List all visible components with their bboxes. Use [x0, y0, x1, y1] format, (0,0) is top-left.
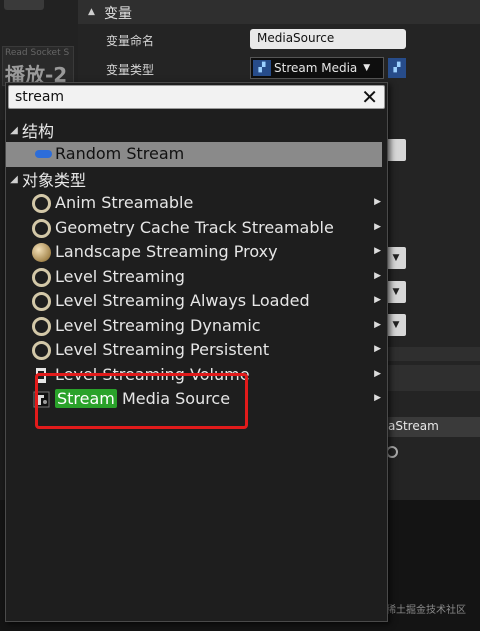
item-label: Random Stream	[55, 144, 185, 163]
search-input[interactable]	[9, 86, 349, 108]
chevron-down-icon: ▼	[363, 63, 371, 73]
list-item[interactable]: Geometry Cache Track Streamable ▶	[6, 216, 387, 241]
category-label: 对象类型	[22, 171, 87, 190]
volume-icon	[32, 366, 51, 385]
class-ring-icon	[32, 267, 51, 287]
item-label: Level Streaming Dynamic	[55, 315, 261, 335]
item-label: Landscape Streaming Proxy	[55, 242, 278, 261]
variable-name-input[interactable]: MediaSource	[250, 29, 406, 49]
submenu-arrow-icon[interactable]: ▶	[374, 246, 381, 256]
dropdown-stub[interactable]: ▼	[386, 247, 406, 269]
container-type-icon[interactable]: ▞	[388, 58, 406, 78]
submenu-arrow-icon[interactable]: ▶	[374, 320, 381, 330]
section-title: 变量	[104, 6, 132, 22]
node-thumbnail: Read Socket S 播放-2	[2, 46, 74, 87]
search-box[interactable]: ✕	[8, 85, 385, 109]
item-label: Stream Media Source	[55, 389, 230, 408]
variable-type-dropdown[interactable]: ▞ Stream Media ▼	[250, 57, 384, 79]
node-thumbnail-caption: Read Socket S	[5, 48, 70, 58]
submenu-arrow-icon[interactable]: ▶	[374, 271, 381, 281]
list-item[interactable]: Anim Streamable ▶	[6, 191, 387, 216]
media-type-icon: ▞	[253, 60, 271, 76]
section-band	[386, 365, 480, 391]
graph-field-stub	[4, 0, 44, 10]
watermark: @稀土掘金技术社区	[376, 605, 466, 616]
list-item-random-stream[interactable]: Random Stream	[6, 142, 382, 167]
class-ring-icon	[32, 292, 51, 311]
item-label: Geometry Cache Track Streamable	[55, 217, 334, 237]
type-picker-popup: ✕ ◢ 结构 Random Stream ◢ 对象类型 Anim Streama…	[5, 82, 388, 622]
submenu-arrow-icon[interactable]: ▶	[374, 369, 381, 379]
item-label: Level Streaming Volume	[55, 364, 250, 384]
category-structure[interactable]: ◢ 结构	[6, 118, 387, 142]
media-source-icon	[32, 390, 51, 409]
class-ring-icon	[32, 316, 51, 336]
variable-type-label: 变量类型	[106, 63, 155, 77]
item-label: Level Streaming Always Loaded	[55, 291, 310, 310]
category-label: 结构	[22, 122, 55, 141]
list-item[interactable]: Level Streaming Always Loaded ▶	[6, 289, 387, 314]
expand-arrow-icon[interactable]: ◢	[6, 125, 22, 136]
list-item[interactable]: Level Streaming Dynamic ▶	[6, 314, 387, 339]
collapse-arrow-icon[interactable]: ▲	[88, 7, 95, 17]
item-label: Level Streaming Persistent	[55, 340, 270, 359]
variable-type-value: Stream Media	[274, 61, 358, 75]
submenu-arrow-icon[interactable]: ▶	[374, 197, 381, 207]
submenu-arrow-icon[interactable]: ▶	[374, 393, 381, 403]
item-label: Level Streaming	[55, 266, 185, 286]
close-icon[interactable]: ✕	[361, 87, 378, 107]
field-stub[interactable]	[386, 139, 406, 161]
item-label: Anim Streamable	[55, 193, 194, 212]
struct-pill-icon	[35, 150, 52, 158]
class-ring-icon	[32, 218, 51, 238]
category-object-types[interactable]: ◢ 对象类型	[6, 167, 387, 191]
submenu-arrow-icon[interactable]: ▶	[374, 295, 381, 305]
list-item[interactable]: Level Streaming ▶	[6, 265, 387, 290]
expand-arrow-icon[interactable]: ◢	[6, 174, 22, 185]
search-match-highlight: Stream	[55, 389, 117, 408]
list-item[interactable]: Level Streaming Volume ▶	[6, 363, 387, 388]
list-item[interactable]: Landscape Streaming Proxy ▶	[6, 240, 387, 265]
list-item[interactable]: Level Streaming Persistent ▶	[6, 338, 387, 363]
variable-section-header[interactable]: ▲ 变量	[78, 0, 480, 24]
list-item-stream-media-source[interactable]: Stream Media Source ▶	[6, 387, 387, 412]
item-label-rest: Media Source	[116, 389, 231, 408]
dropdown-stub[interactable]: ▼	[386, 281, 406, 303]
actor-sphere-icon	[32, 243, 51, 262]
section-band	[386, 347, 480, 361]
dropdown-stub[interactable]: ▼	[386, 314, 406, 336]
class-ring-icon	[32, 194, 51, 213]
submenu-arrow-icon[interactable]: ▶	[374, 344, 381, 354]
class-ring-icon	[32, 341, 51, 360]
partial-stream-field[interactable]: aStream	[384, 417, 480, 437]
submenu-arrow-icon[interactable]: ▶	[374, 222, 381, 232]
variable-name-label: 变量命名	[106, 34, 155, 48]
